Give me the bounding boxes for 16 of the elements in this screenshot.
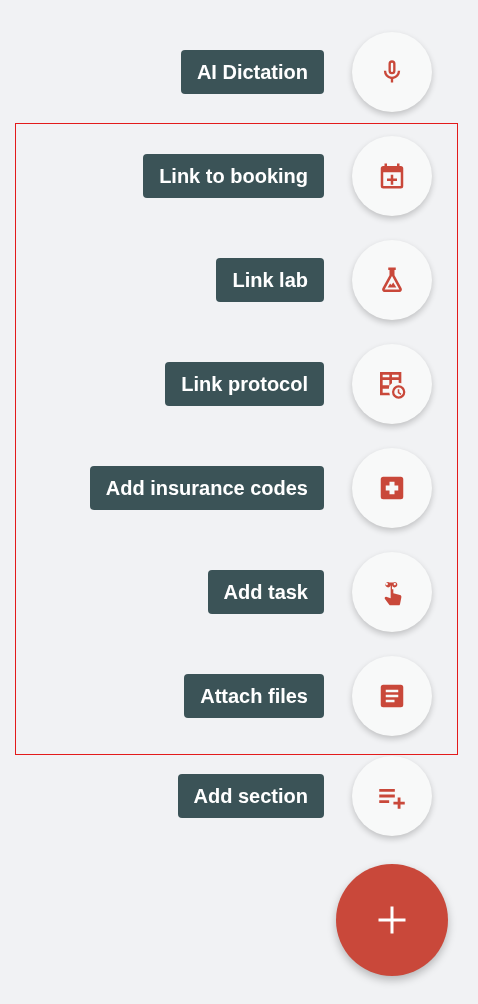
action-button[interactable] <box>352 448 432 528</box>
action-label: Add task <box>207 570 324 614</box>
action-label: Attach files <box>184 674 324 718</box>
action-button[interactable] <box>352 656 432 736</box>
action-label: Link protocol <box>165 362 324 406</box>
action-button[interactable] <box>352 552 432 632</box>
action-button[interactable] <box>352 756 432 836</box>
action-button[interactable] <box>352 344 432 424</box>
action-label: Add section <box>177 774 324 818</box>
action-label: AI Dictation <box>180 50 324 94</box>
action-button[interactable] <box>352 136 432 216</box>
action-label: Link to booking <box>143 154 324 198</box>
action-label: Add insurance codes <box>89 466 324 510</box>
add-button[interactable] <box>336 864 448 976</box>
action-label: Link lab <box>216 258 324 302</box>
action-button[interactable] <box>352 240 432 320</box>
